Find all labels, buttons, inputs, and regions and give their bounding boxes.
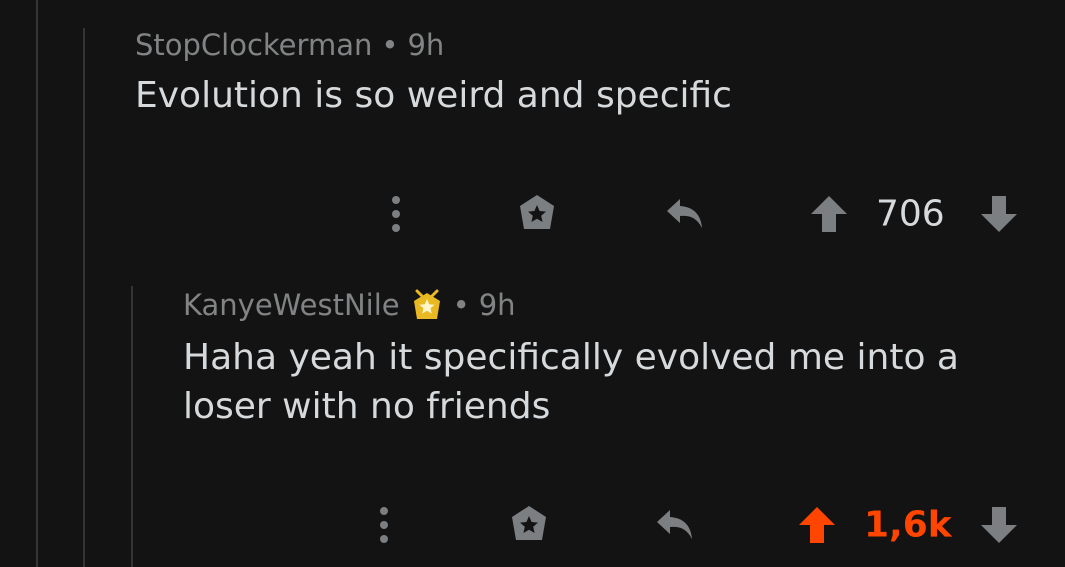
comment-username[interactable]: StopClockerman	[135, 28, 372, 62]
thread-line	[131, 286, 133, 567]
comment-actions: 1,6k	[360, 500, 1030, 550]
more-options-button[interactable]	[376, 189, 416, 239]
upvote-arrow-icon	[799, 507, 835, 543]
comment: StopClockerman • 9h Evolution is so weir…	[135, 28, 1035, 120]
downvote-button[interactable]	[974, 189, 1024, 239]
gold-award-icon[interactable]	[410, 288, 444, 322]
comment-actions: 706	[370, 189, 1030, 239]
thread-line	[36, 0, 38, 567]
award-icon	[512, 506, 546, 540]
more-options-icon	[392, 196, 400, 232]
comment-meta: KanyeWestNile • 9h	[183, 288, 1043, 322]
meta-separator: •	[381, 28, 399, 62]
reply-button[interactable]	[658, 189, 712, 239]
more-options-button[interactable]	[364, 500, 404, 550]
upvote-button[interactable]	[792, 500, 842, 550]
vote-score: 706	[876, 193, 945, 235]
downvote-arrow-icon	[981, 507, 1017, 543]
comment-username[interactable]: KanyeWestNile	[183, 288, 400, 322]
comment: KanyeWestNile • 9h Haha yeah it specific…	[183, 288, 1043, 431]
reply-icon	[667, 199, 702, 228]
upvote-arrow-icon	[811, 196, 847, 232]
comment-body: Haha yeah it specifically evolved me int…	[183, 337, 959, 427]
vote-score: 1,6k	[864, 504, 952, 546]
thread-line	[83, 28, 85, 567]
reply-button[interactable]	[648, 500, 702, 550]
award-button[interactable]	[502, 500, 556, 550]
more-options-icon	[380, 507, 388, 543]
comment-time: 9h	[407, 28, 445, 62]
meta-separator: •	[452, 288, 470, 322]
award-button[interactable]	[510, 189, 564, 239]
reply-icon	[657, 510, 692, 539]
comment-meta: StopClockerman • 9h	[135, 28, 1035, 62]
comment-time: 9h	[478, 288, 516, 322]
downvote-arrow-icon	[981, 196, 1017, 232]
comment-body: Evolution is so weird and specific	[135, 75, 732, 116]
upvote-button[interactable]	[804, 189, 854, 239]
downvote-button[interactable]	[974, 500, 1024, 550]
award-icon	[520, 195, 554, 229]
